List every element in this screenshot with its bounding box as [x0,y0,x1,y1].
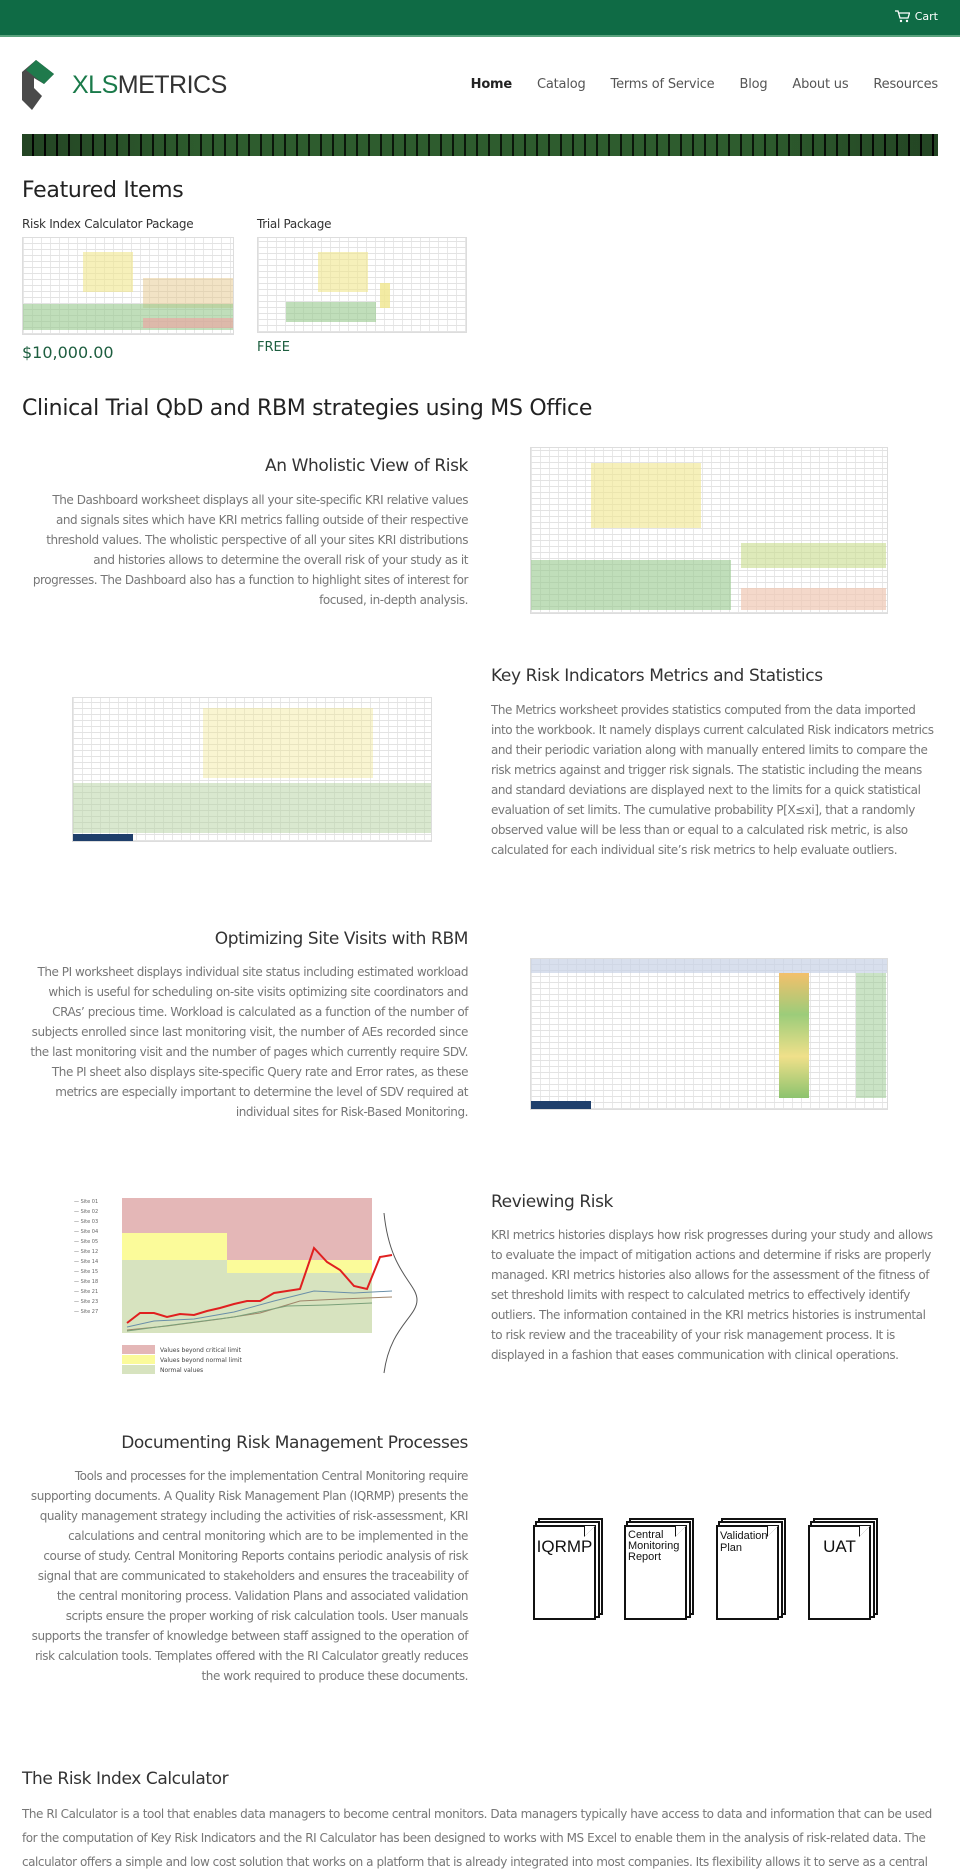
legend-normal-limit: Values beyond normal limit [160,1357,243,1364]
shopping-cart-icon [894,10,910,23]
logo[interactable]: XLSMETRICS [22,60,227,110]
product-card[interactable]: Risk Index Calculator Package $10,000.00 [22,217,234,362]
hero-banner [22,134,938,156]
product-image[interactable] [257,237,467,333]
svg-text:— Site 02: — Site 02 [74,1209,98,1215]
nav-terms-of-service[interactable]: Terms of Service [611,77,715,92]
cart-label: Cart [914,10,938,23]
svg-text:— Site 23: — Site 23 [74,1299,98,1305]
svg-text:— Site 15: — Site 15 [74,1269,98,1275]
product-image[interactable] [22,237,234,335]
product-name[interactable]: Trial Package [257,217,467,231]
pi-worksheet-screenshot [530,958,888,1110]
metrics-screenshot [72,697,432,842]
section-title: Key Risk Indicators Metrics and Statisti… [491,666,823,686]
top-bar: Cart [0,0,960,37]
legend-critical: Values beyond critical limit [160,1347,242,1354]
nav-blog[interactable]: Blog [739,77,767,92]
legend-normal: Normal values [160,1367,203,1374]
section-text: The PI worksheet displays individual sit… [30,965,468,1119]
nav-resources[interactable]: Resources [873,77,938,92]
logo-text: XLSMETRICS [72,70,227,99]
kri-history-chart-image: — Site 01 — Site 02 — Site 03 — Site 04 — Si… [74,1198,418,1374]
document-central-monitoring-report-icon: Central Monitoring Report [624,1525,687,1620]
product-price: $10,000.00 [22,343,114,362]
nav-catalog[interactable]: Catalog [537,77,586,92]
section-text: Tools and processes for the implementati… [30,1469,469,1683]
document-uat-icon: UAT [808,1525,871,1620]
section-text: The Dashboard worksheet displays all you… [32,493,469,607]
section-title: Reviewing Risk [491,1192,613,1212]
nav-home[interactable]: Home [471,77,513,92]
section-text: The Metrics worksheet provides statistic… [491,703,934,857]
document-validation-plan-icon: Validation Plan [716,1525,779,1620]
main-nav: Home Catalog Terms of Service Blog About… [471,77,939,92]
section-title: Documenting Risk Management Processes [121,1433,468,1453]
svg-text:— Site 03: — Site 03 [74,1219,98,1225]
product-price: FREE [257,340,290,355]
nav-about-us[interactable]: About us [792,77,848,92]
document-iqrmp-icon: IQRMP [533,1525,596,1620]
svg-text:— Site 18: — Site 18 [74,1279,98,1285]
logo-mark-icon [22,60,54,110]
product-card[interactable]: Trial Package FREE [257,217,467,355]
svg-text:— Site 21: — Site 21 [74,1289,98,1295]
calculator-title: The Risk Index Calculator [22,1769,229,1789]
section-title: An Wholistic View of Risk [264,456,468,476]
svg-text:— Site 05: — Site 05 [74,1239,98,1245]
section-text: KRI metrics histories displays how risk … [491,1228,933,1362]
main-title: Clinical Trial QbD and RBM strategies us… [22,396,593,421]
product-name[interactable]: Risk Index Calculator Package [22,217,234,231]
calculator-text: The RI Calculator is a tool that enables… [22,1807,932,1869]
svg-text:— Site 27: — Site 27 [74,1309,98,1315]
svg-text:— Site 12: — Site 12 [74,1249,98,1255]
dashboard-screenshot [530,447,888,614]
featured-title: Featured Items [22,178,184,203]
svg-text:— Site 04: — Site 04 [74,1229,98,1235]
section-title: Optimizing Site Visits with RBM [214,929,469,949]
svg-text:— Site 01: — Site 01 [74,1199,98,1205]
cart-link[interactable]: Cart [894,10,938,23]
svg-text:— Site 14: — Site 14 [74,1259,98,1265]
